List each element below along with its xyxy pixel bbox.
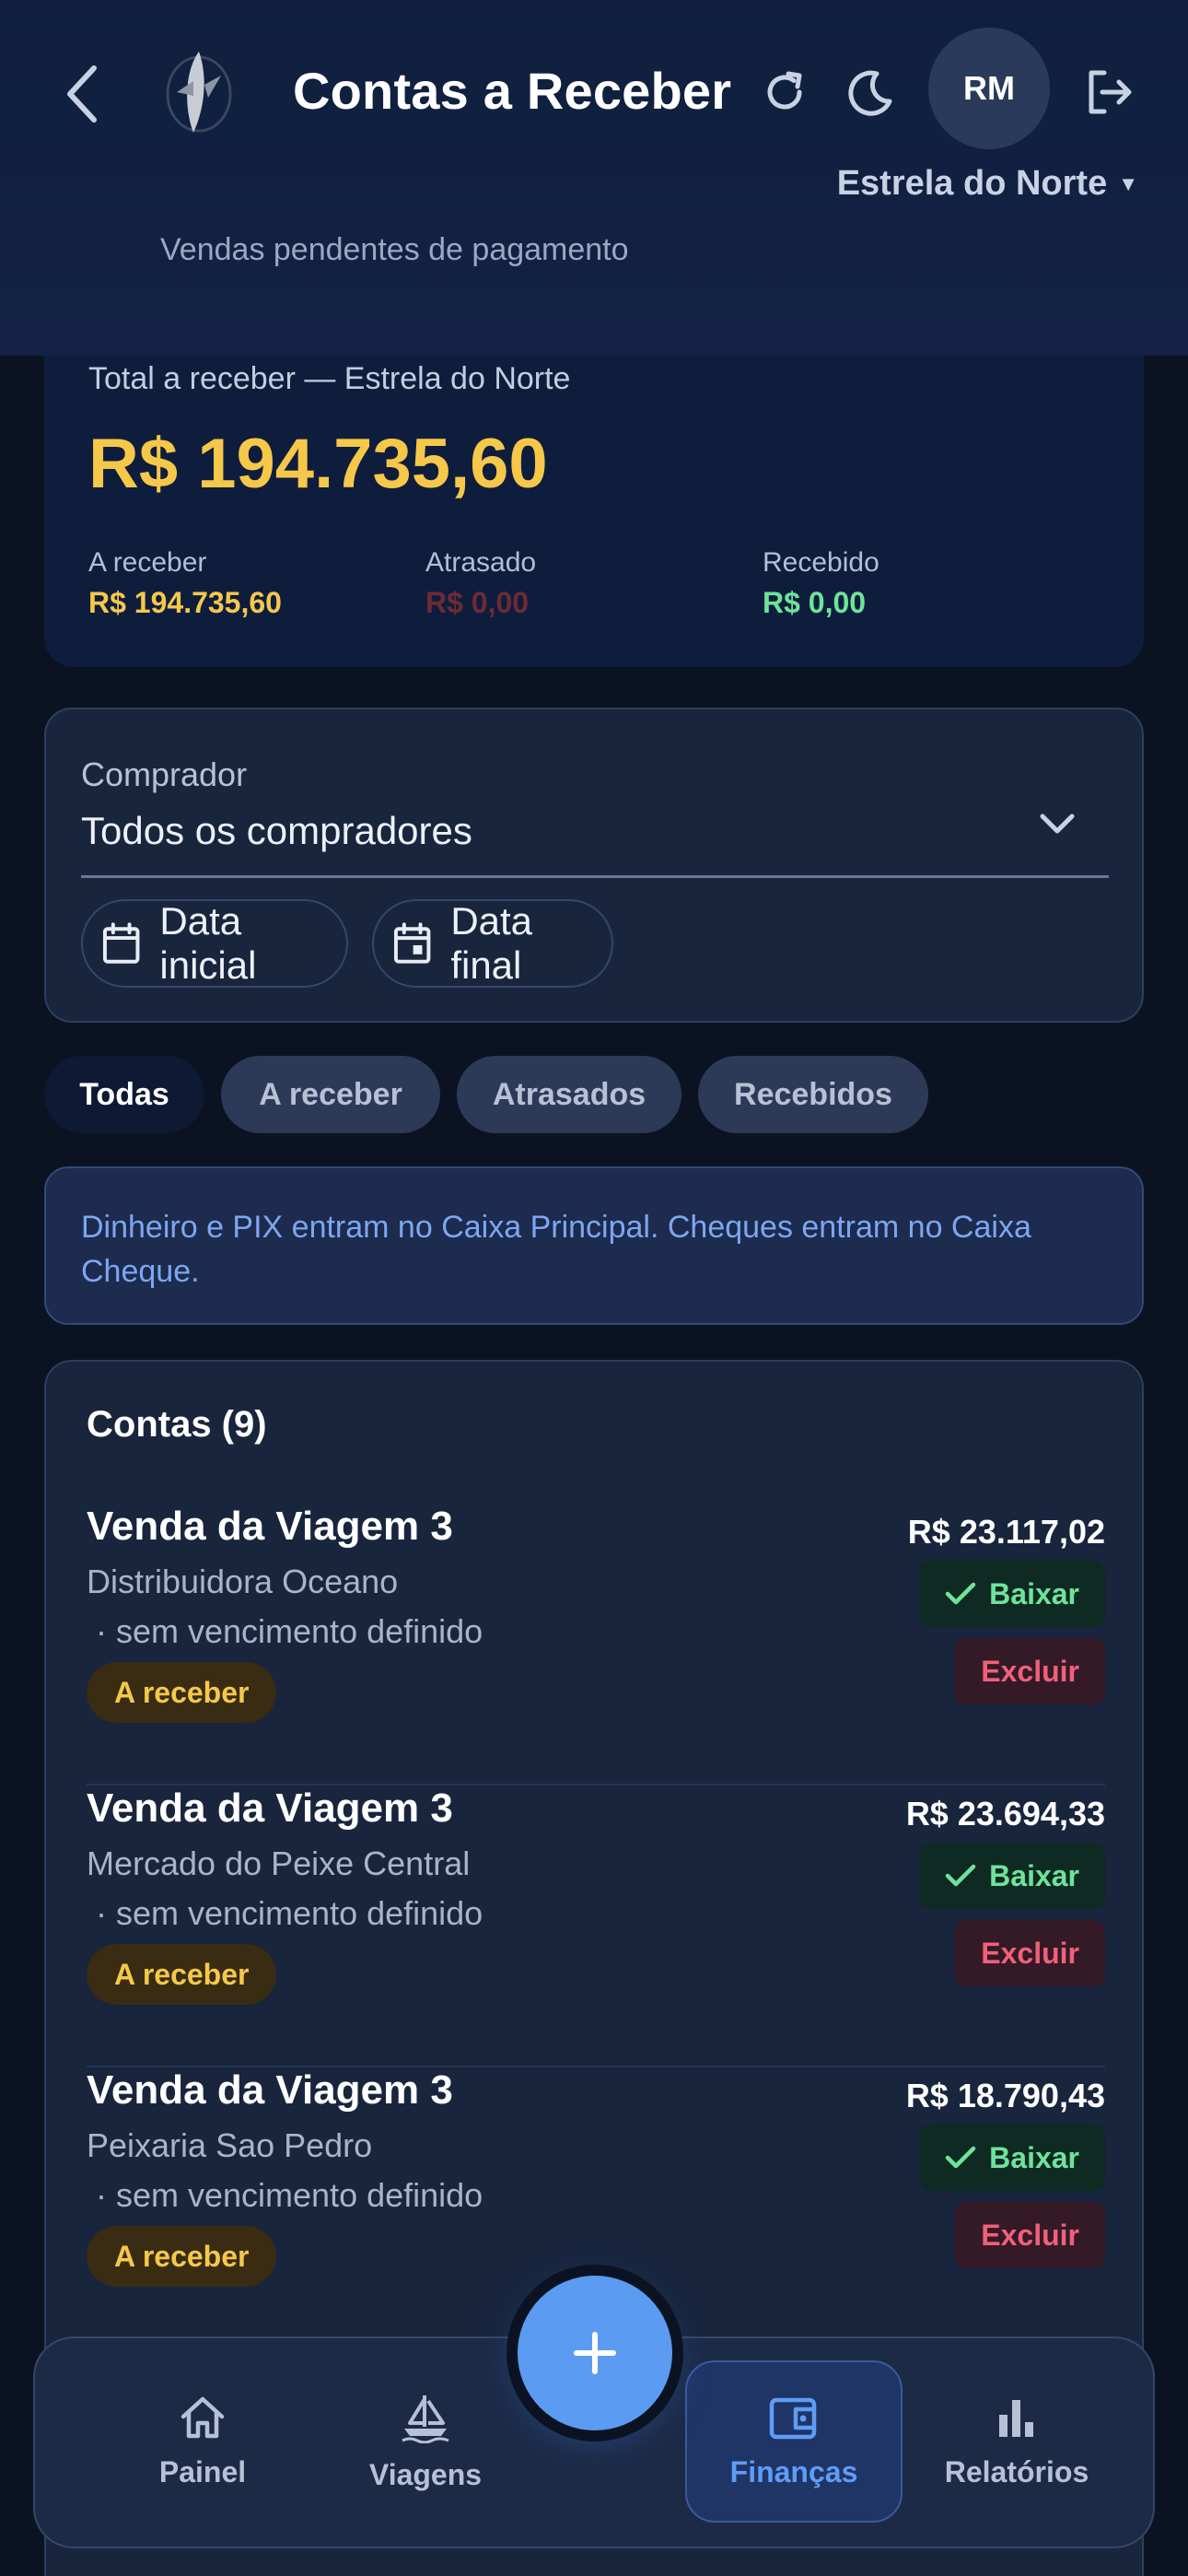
account-due: · sem vencimento definido [87, 1612, 483, 1650]
page-title: Contas a Receber [293, 62, 732, 120]
summary-col-value: R$ 0,00 [763, 586, 867, 619]
nav-item-relatorios[interactable]: Relatórios [908, 2360, 1125, 2523]
baixar-button[interactable]: Baixar [919, 1561, 1105, 1627]
sailboat-icon [402, 2395, 449, 2443]
baixar-button[interactable]: Baixar [919, 2125, 1105, 2191]
summary-label: Total a receber — Estrela do Norte [88, 361, 571, 396]
bar-chart-icon [999, 2399, 1033, 2437]
summary-total: R$ 194.735,60 [88, 425, 548, 503]
wallet-icon [769, 2397, 817, 2439]
account-name: Venda da Viagem 3 [87, 2067, 453, 2113]
theme-toggle-button[interactable] [838, 59, 904, 125]
avatar[interactable]: RM [928, 28, 1050, 149]
buyer-select[interactable]: Comprador Todos os compradores [46, 709, 1142, 884]
page: Total a receber — Estrela do Norte R$ 19… [0, 0, 1188, 2576]
summary-col-label: Recebido [763, 547, 879, 578]
refresh-button[interactable] [751, 59, 818, 125]
baixar-label: Baixar [989, 2140, 1079, 2174]
list-item[interactable]: Venda da Viagem 3 Mercado do Peixe Centr… [87, 1786, 1105, 2067]
excluir-button[interactable]: Excluir [955, 1638, 1105, 1704]
account-name: Venda da Viagem 3 [87, 1786, 453, 1831]
account-amount: R$ 23.694,33 [905, 1795, 1105, 1832]
info-banner: Dinheiro e PIX entram no Caixa Principal… [44, 1166, 1144, 1325]
summary-col-receivable: A receber R$ 194.735,60 [88, 547, 282, 620]
check-icon [945, 1864, 976, 1887]
company-selector[interactable]: Estrela do Norte ▼ [837, 164, 1138, 204]
nav-item-viagens[interactable]: Viagens [317, 2360, 534, 2523]
nav-label: Painel [158, 2454, 247, 2488]
account-due: · sem vencimento definido [87, 2176, 483, 2214]
nav-item-financas[interactable]: Finanças [685, 2360, 903, 2523]
summary-col-value: R$ 0,00 [425, 586, 530, 619]
check-icon [945, 1582, 976, 1605]
back-button[interactable] [55, 57, 111, 131]
baixar-button[interactable]: Baixar [919, 1843, 1105, 1909]
add-button[interactable] [518, 2276, 672, 2430]
summary-col-label: Atrasado [425, 547, 537, 578]
tab-atrasados[interactable]: Atrasados [457, 1056, 681, 1133]
back-arrow-icon [67, 65, 97, 123]
logout-icon [1089, 70, 1132, 114]
status-badge: A receber [87, 1662, 277, 1723]
filter-card: Comprador Todos os compradores Data inic… [44, 708, 1144, 1023]
home-icon [181, 2396, 225, 2438]
summary-col-received: Recebido R$ 0,00 [763, 547, 879, 620]
buyer-select-value: Todos os compradores [81, 809, 472, 852]
nav-item-painel[interactable]: Painel [94, 2360, 311, 2523]
summary-col-value: R$ 194.735,60 [88, 586, 282, 619]
moon-icon [848, 70, 892, 116]
list-item[interactable]: Venda da Viagem 3 Distribuidora Oceano ·… [87, 1504, 1105, 1786]
check-icon [945, 2146, 976, 2169]
nav-label: Relatórios [944, 2454, 1089, 2488]
logo-icon [157, 44, 241, 140]
nav-label: Viagens [368, 2457, 483, 2491]
plus-icon [574, 2332, 616, 2374]
page-subtitle: Vendas pendentes de pagamento [160, 232, 629, 267]
baixar-label: Baixar [989, 1858, 1079, 1892]
tab-todas[interactable]: Todas [44, 1056, 204, 1133]
status-badge: A receber [87, 2226, 277, 2287]
logout-button[interactable] [1076, 59, 1142, 125]
caret-down-icon: ▼ [1118, 171, 1138, 195]
buyer-select-label: Comprador [81, 755, 248, 793]
account-buyer: Mercado do Peixe Central [87, 1844, 471, 1882]
excluir-button[interactable]: Excluir [955, 1920, 1105, 1986]
status-badge: A receber [87, 1944, 277, 2005]
tab-recebidos[interactable]: Recebidos [698, 1056, 928, 1133]
refresh-icon [767, 71, 802, 110]
nav-label: Finanças [729, 2454, 858, 2488]
date-start-button[interactable]: Data inicial [81, 899, 348, 988]
select-underline [81, 875, 1109, 878]
tab-a-receber[interactable]: A receber [221, 1056, 440, 1133]
accounts-title: Contas (9) [87, 1404, 267, 1445]
date-end-label: Data final [450, 899, 533, 987]
account-name: Venda da Viagem 3 [87, 1504, 453, 1549]
account-amount: R$ 23.117,02 [907, 1513, 1105, 1551]
summary-col-overdue: Atrasado R$ 0,00 [425, 547, 536, 620]
account-buyer: Peixaria Sao Pedro [87, 2126, 373, 2164]
account-buyer: Distribuidora Oceano [87, 1563, 399, 1600]
baixar-label: Baixar [989, 1576, 1079, 1610]
date-start-label: Data inicial [159, 899, 257, 987]
calendar-event-icon [393, 922, 431, 964]
excluir-button[interactable]: Excluir [955, 2202, 1105, 2268]
company-name: Estrela do Norte [836, 164, 1108, 203]
summary-card: Total a receber — Estrela do Norte R$ 19… [44, 313, 1144, 667]
app-header: Contas a Receber RM Estrela do Norte ▼ V… [0, 0, 1188, 356]
chevron-down-icon [1031, 798, 1083, 849]
account-amount: R$ 18.790,43 [905, 2077, 1105, 2114]
calendar-icon [102, 922, 140, 964]
summary-col-label: A receber [88, 547, 207, 578]
account-due: · sem vencimento definido [87, 1894, 483, 1932]
date-end-button[interactable]: Data final [372, 899, 613, 988]
